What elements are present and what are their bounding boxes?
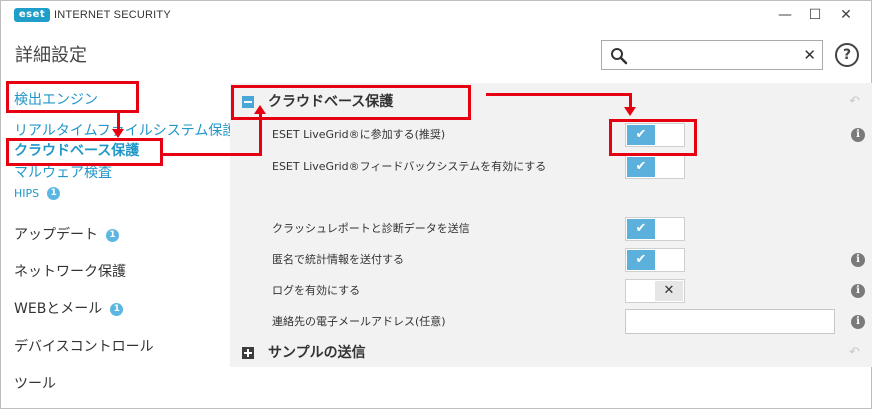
- sidebar-item-label: WEBとメール: [14, 301, 103, 317]
- sidebar-item-label: アップデート: [14, 227, 98, 243]
- logging-toggle[interactable]: ✕: [625, 279, 685, 303]
- setting-label: 匿名で統計情報を送付する: [272, 253, 404, 266]
- sidebar-item-label: HIPS: [14, 187, 40, 200]
- expand-icon[interactable]: [242, 347, 254, 359]
- annotation-arrow-head: [624, 107, 636, 116]
- setting-row: ESET LiveGrid®に参加する(推奨) ✔ i: [230, 120, 872, 151]
- app-window: eset INTERNET SECURITY — ☐ ✕ 詳細設定 ✕ ? 検出…: [0, 0, 872, 409]
- annotation-box-livegrid-toggle: [609, 119, 697, 156]
- setting-row: 連絡先の電子メールアドレス(任意) i: [230, 307, 872, 338]
- sidebar-item-label: マルウェア検査: [14, 165, 112, 181]
- annotation-box-section-title: [231, 85, 471, 120]
- sidebar-item-update[interactable]: アップデート 1: [14, 226, 119, 244]
- app-title: INTERNET SECURITY: [54, 9, 171, 21]
- settings-panel: クラウドベース保護 ↶ ESET LiveGrid®に参加する(推奨) ✔ i …: [230, 83, 872, 367]
- info-icon[interactable]: i: [851, 253, 865, 267]
- crash-report-toggle[interactable]: ✔: [625, 217, 685, 241]
- search-box[interactable]: ✕: [601, 40, 823, 70]
- setting-label: ESET LiveGrid®に参加する(推奨): [272, 128, 446, 141]
- notification-badge: 1: [106, 229, 119, 242]
- sidebar-item-device-control[interactable]: デバイスコントロール: [14, 338, 154, 356]
- check-icon: ✔: [635, 221, 647, 236]
- sidebar-item-hips[interactable]: HIPS 1: [14, 186, 61, 202]
- revert-icon[interactable]: ↶: [849, 95, 860, 109]
- logo-text: eset: [18, 9, 46, 20]
- sidebar-item-label: リアルタイムファイルシステム保護: [14, 123, 237, 139]
- info-icon[interactable]: i: [851, 128, 865, 142]
- sidebar-item-tools[interactable]: ツール: [14, 375, 56, 393]
- search-input[interactable]: [632, 45, 797, 65]
- maximize-button[interactable]: ☐: [801, 1, 829, 29]
- setting-label: ESET LiveGrid®フィードバックシステムを有効にする: [272, 160, 547, 173]
- anonymous-stats-toggle[interactable]: ✔: [625, 248, 685, 272]
- eset-logo: eset: [14, 8, 50, 22]
- setting-row: 匿名で統計情報を送付する ✔ i: [230, 245, 872, 276]
- section-title: サンプルの送信: [268, 345, 366, 361]
- setting-label: 連絡先の電子メールアドレス(任意): [272, 315, 446, 328]
- search-clear-icon[interactable]: ✕: [803, 44, 816, 66]
- search-icon: [611, 48, 628, 65]
- contact-email-field[interactable]: [625, 309, 835, 334]
- annotation-arrow-line: [259, 113, 262, 156]
- page-title: 詳細設定: [15, 45, 87, 66]
- revert-icon[interactable]: ↶: [849, 346, 860, 360]
- annotation-arrow-line: [486, 93, 632, 96]
- annotation-box-cloud-sidebar: [6, 138, 163, 166]
- annotation-arrow-head: [112, 129, 124, 138]
- minimize-button[interactable]: —: [771, 1, 799, 29]
- check-icon: ✔: [635, 159, 647, 174]
- setting-row: ログを有効にする ✕ i: [230, 276, 872, 307]
- sidebar-item-label: デバイスコントロール: [14, 339, 154, 355]
- annotation-arrow-head: [254, 105, 266, 114]
- sidebar-item-malware-scan[interactable]: マルウェア検査: [14, 164, 112, 182]
- setting-row: クラッシュレポートと診断データを送信 ✔: [230, 214, 872, 245]
- check-icon: ✔: [635, 252, 647, 267]
- sidebar-item-label: ネットワーク保護: [14, 264, 126, 280]
- setting-label: ログを有効にする: [272, 284, 361, 297]
- annotation-box-detection-engine: [6, 81, 139, 113]
- setting-label: クラッシュレポートと診断データを送信: [272, 222, 470, 235]
- sidebar-item-network-protection[interactable]: ネットワーク保護: [14, 263, 126, 281]
- notification-badge: 1: [47, 187, 61, 200]
- feedback-toggle[interactable]: ✔: [625, 155, 685, 179]
- x-icon: ✕: [663, 283, 675, 298]
- sidebar-item-web-email[interactable]: WEBとメール 1: [14, 300, 124, 318]
- info-icon[interactable]: i: [851, 315, 865, 329]
- close-button[interactable]: ✕: [832, 1, 860, 29]
- title-bar: eset INTERNET SECURITY — ☐ ✕: [1, 1, 871, 29]
- notification-badge: 1: [110, 303, 124, 316]
- setting-row: ESET LiveGrid®フィードバックシステムを有効にする ✔: [230, 152, 872, 183]
- annotation-arrow-line: [163, 153, 261, 156]
- help-icon[interactable]: ?: [835, 43, 859, 67]
- info-icon[interactable]: i: [851, 284, 865, 298]
- sidebar-item-label: ツール: [14, 376, 56, 392]
- section-header-sample-submission[interactable]: サンプルの送信 ↶: [230, 336, 872, 370]
